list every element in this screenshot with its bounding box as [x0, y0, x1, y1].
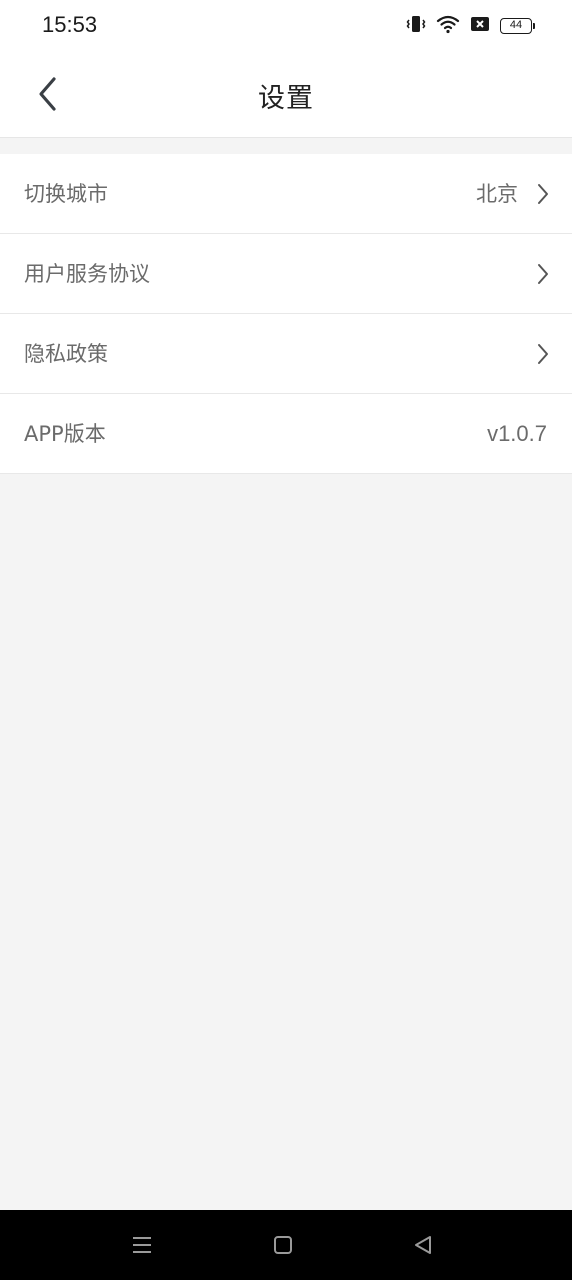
status-bar: 15:53 44	[0, 0, 572, 52]
vibrate-icon	[406, 14, 426, 38]
settings-item-label: APP版本	[24, 422, 106, 446]
status-time: 15:53	[42, 12, 98, 37]
chevron-right-icon	[538, 264, 548, 284]
home-button[interactable]	[270, 1232, 296, 1258]
settings-item-label: 隐私政策	[24, 342, 108, 366]
menu-icon	[133, 1237, 151, 1253]
battery-icon: 44	[500, 18, 535, 34]
home-icon	[274, 1236, 292, 1254]
chevron-right-icon	[538, 184, 548, 204]
settings-item-value: 北京	[476, 182, 518, 206]
back-triangle-icon	[415, 1236, 431, 1254]
settings-list: 切换城市 北京 用户服务协议 隐私政策 APP版本 v1.0.7	[0, 154, 572, 474]
settings-item-privacy-policy[interactable]: 隐私政策	[0, 314, 572, 394]
app-version-value: v1.0.7	[487, 421, 547, 446]
settings-item-app-version: APP版本 v1.0.7	[0, 394, 572, 474]
settings-item-user-agreement[interactable]: 用户服务协议	[0, 234, 572, 314]
chevron-right-icon	[538, 344, 548, 364]
menu-button[interactable]	[129, 1232, 155, 1258]
settings-item-switch-city[interactable]: 切换城市 北京	[0, 154, 572, 234]
wifi-icon	[436, 14, 460, 38]
settings-item-label: 用户服务协议	[24, 262, 150, 286]
system-back-button[interactable]	[410, 1232, 436, 1258]
no-sim-icon	[470, 15, 490, 37]
page-title: 设置	[258, 83, 314, 114]
header: 设置	[0, 52, 572, 138]
status-icons: 44	[406, 14, 535, 38]
system-nav-bar	[0, 1210, 572, 1280]
settings-item-label: 切换城市	[24, 182, 108, 206]
